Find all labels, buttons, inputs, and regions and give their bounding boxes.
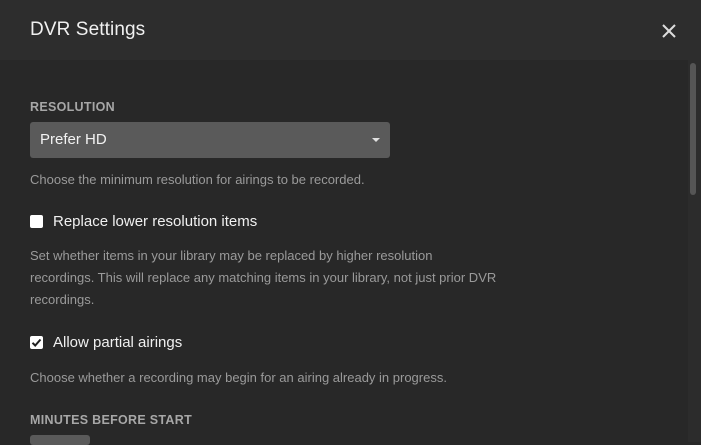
checkmark-icon xyxy=(31,338,42,347)
resolution-help: Choose the minimum resolution for airing… xyxy=(30,172,365,187)
minutes-before-label: MINUTES BEFORE START xyxy=(30,413,193,427)
replace-lower-checkbox[interactable] xyxy=(30,215,43,228)
resolution-label: RESOLUTION xyxy=(30,100,115,114)
resolution-select[interactable]: Prefer HD xyxy=(30,122,390,158)
minutes-before-input[interactable] xyxy=(30,435,90,445)
resolution-selected-value: Prefer HD xyxy=(40,131,107,148)
partial-airings-checkbox[interactable] xyxy=(30,336,43,349)
caret-down-icon xyxy=(372,138,380,142)
scrollbar-thumb[interactable] xyxy=(690,63,696,195)
partial-airings-help: Choose whether a recording may begin for… xyxy=(30,370,447,385)
close-icon[interactable] xyxy=(656,18,682,44)
replace-lower-label[interactable]: Replace lower resolution items xyxy=(53,213,257,230)
close-button[interactable] xyxy=(656,18,682,44)
dialog-title: DVR Settings xyxy=(30,19,146,40)
dialog-header: DVR Settings xyxy=(0,0,701,60)
replace-lower-help: Set whether items in your library may be… xyxy=(30,248,497,307)
partial-airings-label[interactable]: Allow partial airings xyxy=(53,334,182,351)
